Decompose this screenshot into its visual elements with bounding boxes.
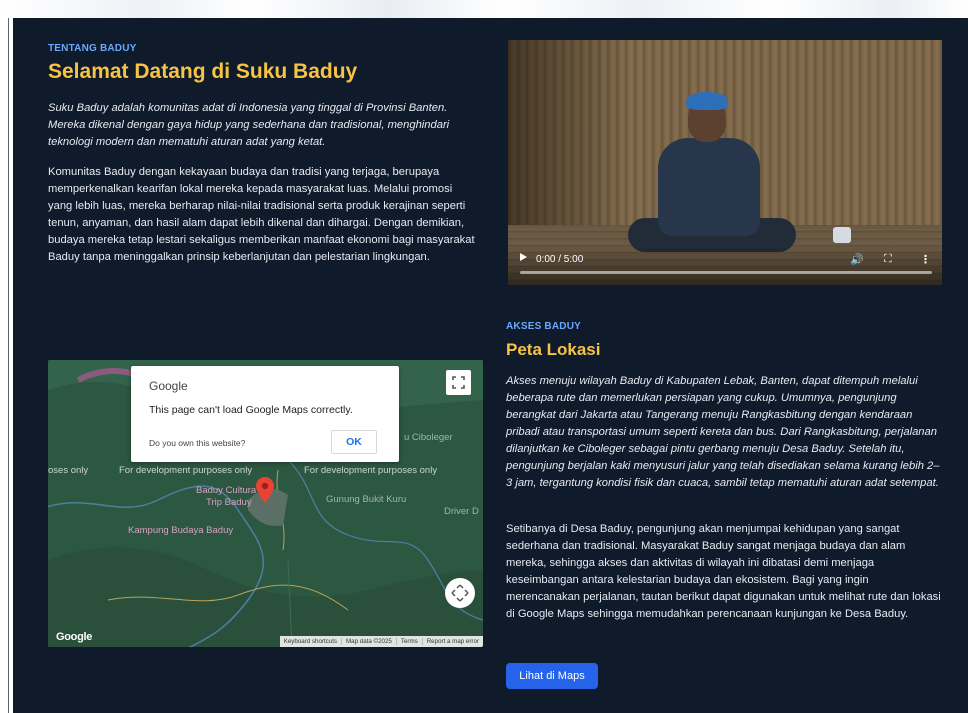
video-player[interactable]: 0:00 / 5:00 🔊 ⛶ ⋮ bbox=[508, 40, 942, 285]
about-eyebrow: TENTANG BADUY bbox=[48, 43, 137, 54]
keyboard-shortcuts-link[interactable]: Keyboard shortcuts bbox=[280, 638, 341, 645]
map-dialog-brand: Google bbox=[149, 379, 188, 393]
map-place-driver: Driver D bbox=[444, 506, 479, 517]
map-footer: Keyboard shortcuts Map data ©2025 Terms … bbox=[279, 636, 483, 647]
about-body: Komunitas Baduy dengan kekayaan budaya d… bbox=[48, 166, 475, 263]
video-time: 0:00 / 5:00 bbox=[536, 254, 584, 265]
about-title: Selamat Datang di Suku Baduy bbox=[48, 60, 358, 83]
map-dialog-ok-button[interactable]: OK bbox=[331, 430, 377, 454]
map-place-culture: Trip Baduy bbox=[206, 497, 252, 508]
map-place-bukit: Gunung Bukit Kuru bbox=[326, 494, 407, 505]
volume-icon[interactable]: 🔊 bbox=[850, 253, 864, 266]
map-place-kampung: Kampung Budaya Baduy bbox=[128, 525, 234, 536]
map-dialog-question: Do you own this website? bbox=[149, 438, 246, 448]
map-watermark-edge: oses only bbox=[48, 465, 89, 476]
map-place-ciboleger: u Ciboleger bbox=[404, 432, 453, 443]
map-dialog-message: This page can't load Google Maps correct… bbox=[149, 404, 353, 416]
terms-link[interactable]: Terms bbox=[395, 638, 422, 645]
map-watermark: For development purposes only bbox=[304, 465, 438, 476]
page-section: TENTANG BADUY Selamat Datang di Suku Bad… bbox=[13, 18, 968, 713]
fullscreen-icon[interactable]: ⛶ bbox=[884, 253, 892, 266]
video-progress-bar[interactable] bbox=[520, 271, 932, 274]
access-eyebrow: AKSES BADUY bbox=[506, 321, 581, 332]
top-strip bbox=[0, 0, 968, 18]
map-error-dialog: Google This page can't load Google Maps … bbox=[131, 366, 399, 462]
map-embed[interactable]: oses only For development purposes only … bbox=[48, 360, 483, 647]
access-body: Setibanya di Desa Baduy, pengunjung akan… bbox=[506, 523, 941, 620]
video-controls bbox=[508, 245, 942, 285]
location-pin-icon[interactable] bbox=[256, 477, 274, 503]
about-intro: Suku Baduy adalah komunitas adat di Indo… bbox=[48, 102, 450, 148]
access-intro: Akses menuju wilayah Baduy di Kabupaten … bbox=[506, 375, 940, 489]
map-data-text: Map data ©2025 bbox=[341, 638, 396, 645]
map-watermark: For development purposes only bbox=[119, 465, 253, 476]
google-logo: Google bbox=[56, 631, 93, 643]
more-options-icon[interactable]: ⋮ bbox=[920, 253, 931, 266]
view-on-maps-button[interactable]: Lihat di Maps bbox=[506, 663, 598, 689]
access-title: Peta Lokasi bbox=[506, 340, 601, 359]
left-divider bbox=[8, 18, 9, 713]
map-place-culture: Baduy Cultura bbox=[196, 485, 257, 496]
play-icon[interactable] bbox=[520, 253, 527, 261]
map-pan-icon[interactable] bbox=[445, 578, 475, 608]
report-error-link[interactable]: Report a map error bbox=[421, 638, 483, 645]
map-fullscreen-icon[interactable] bbox=[446, 370, 471, 395]
